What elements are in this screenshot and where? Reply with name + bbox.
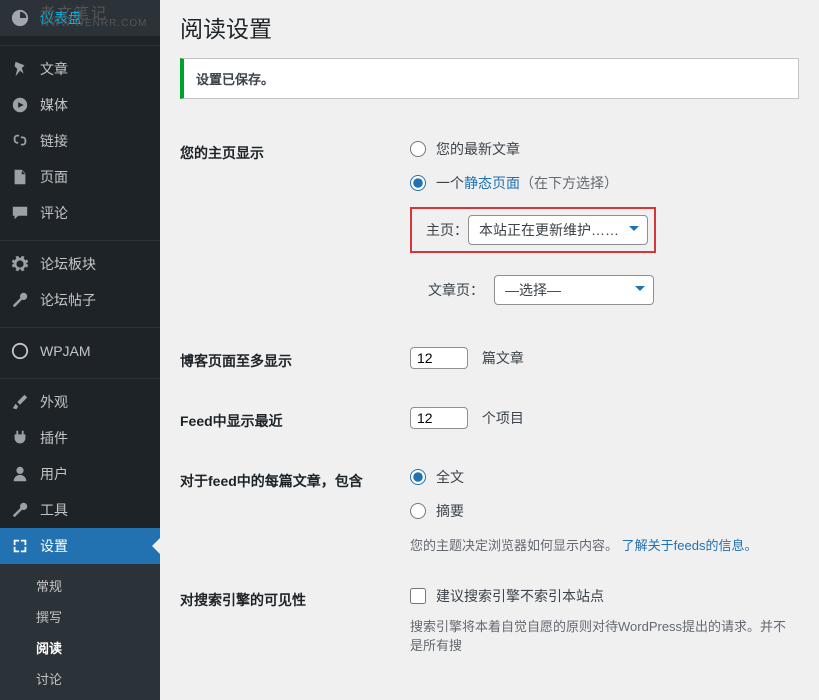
radio-label: 您的最新文章: [436, 139, 520, 159]
brush-icon: [10, 392, 30, 412]
menu-wpjam[interactable]: WPJAM: [0, 333, 160, 369]
menu-pages[interactable]: 页面: [0, 159, 160, 195]
menu-plugins[interactable]: 插件: [0, 420, 160, 456]
menu-links[interactable]: 链接: [0, 123, 160, 159]
blog-count-unit: 篇文章: [482, 350, 524, 366]
front-page-select[interactable]: 本站正在更新维护……: [468, 215, 648, 245]
pin-icon: [10, 59, 30, 79]
posts-page-group: 文章页： —选择—: [428, 275, 789, 305]
menu-media[interactable]: 媒体: [0, 87, 160, 123]
homepage-display-label: 您的主页显示: [180, 123, 400, 331]
menu-label: 设置: [40, 536, 68, 556]
feed-full-option[interactable]: 全文: [410, 467, 789, 487]
menu-dashboard[interactable]: 仪表盘: [0, 0, 160, 36]
radio-static-page[interactable]: [410, 175, 426, 191]
seo-noindex-checkbox[interactable]: [410, 588, 426, 604]
menu-forum-boards[interactable]: 论坛板块: [0, 246, 160, 282]
front-page-highlight: 主页： 本站正在更新维护……: [410, 207, 656, 253]
menu-separator: [0, 374, 160, 379]
menu-appearance[interactable]: 外观: [0, 384, 160, 420]
link-icon: [10, 131, 30, 151]
radio-feed-summary[interactable]: [410, 503, 426, 519]
menu-label: 链接: [40, 131, 68, 151]
menu-label: 页面: [40, 167, 68, 187]
menu-comments[interactable]: 评论: [0, 195, 160, 231]
user-icon: [10, 464, 30, 484]
homepage-option-latest[interactable]: 您的最新文章: [410, 139, 789, 159]
posts-page-label: 文章页：: [428, 280, 484, 300]
menu-settings[interactable]: 设置: [0, 528, 160, 564]
front-page-label: 主页：: [426, 220, 468, 240]
tools-icon: [10, 500, 30, 520]
dashboard-icon: [10, 8, 30, 28]
menu-label: 插件: [40, 428, 68, 448]
comment-icon: [10, 203, 30, 223]
radio-label: 摘要: [436, 501, 464, 521]
wrench-icon: [10, 290, 30, 310]
menu-users[interactable]: 用户: [0, 456, 160, 492]
settings-submenu: 常规 撰写 阅读 讨论: [0, 564, 160, 700]
plugin-icon: [10, 428, 30, 448]
text-prefix: 一个: [436, 175, 464, 191]
menu-label: 媒体: [40, 95, 68, 115]
submenu-general[interactable]: 常规: [0, 570, 160, 601]
menu-label: 评论: [40, 203, 68, 223]
settings-form: 您的主页显示 您的最新文章 一个静态页面（在下方选择） 主页： 本: [180, 123, 799, 670]
feed-description: 您的主题决定浏览器如何显示内容。 了解关于feeds的信息。: [410, 535, 789, 554]
menu-separator: [0, 41, 160, 46]
page-title: 阅读设置: [180, 10, 799, 44]
feed-count-label: Feed中显示最近: [180, 391, 400, 451]
menu-tools[interactable]: 工具: [0, 492, 160, 528]
submenu-writing[interactable]: 撰写: [0, 601, 160, 632]
gear-icon: [10, 254, 30, 274]
menu-label: 论坛帖子: [40, 290, 96, 310]
desc-text: 您的主题决定浏览器如何显示内容。: [410, 538, 618, 553]
menu-label: 工具: [40, 500, 68, 520]
menu-label: 文章: [40, 59, 68, 79]
menu-label: 用户: [40, 464, 68, 484]
feed-summary-option[interactable]: 摘要: [410, 501, 789, 521]
feed-count-input[interactable]: [410, 407, 468, 429]
radio-label: 一个静态页面（在下方选择）: [436, 173, 618, 193]
menu-label: 外观: [40, 392, 68, 412]
submenu-reading[interactable]: 阅读: [0, 632, 160, 663]
feed-content-label: 对于feed中的每篇文章，包含: [180, 451, 400, 570]
wpjam-icon: [10, 341, 30, 361]
menu-label: 仪表盘: [40, 8, 82, 28]
seo-description: 搜索引擎将本着自觉自愿的原则对待WordPress提出的请求。并不是所有搜: [410, 616, 789, 654]
saved-notice: 设置已保存。: [180, 58, 799, 99]
feeds-info-link[interactable]: 了解关于feeds的信息。: [622, 538, 758, 553]
menu-posts[interactable]: 文章: [0, 51, 160, 87]
media-icon: [10, 95, 30, 115]
main-content: 阅读设置 设置已保存。 您的主页显示 您的最新文章 一个静态页面（在下方选择）: [160, 0, 819, 700]
posts-page-select[interactable]: —选择—: [494, 275, 654, 305]
radio-feed-full[interactable]: [410, 469, 426, 485]
static-page-link[interactable]: 静态页面: [464, 175, 520, 191]
homepage-option-static[interactable]: 一个静态页面（在下方选择）: [410, 173, 789, 193]
menu-label: WPJAM: [40, 343, 91, 359]
menu-separator: [0, 236, 160, 241]
feed-count-unit: 个项目: [482, 410, 524, 426]
radio-label: 全文: [436, 467, 464, 487]
radio-latest-posts[interactable]: [410, 141, 426, 157]
menu-forum-posts[interactable]: 论坛帖子: [0, 282, 160, 318]
admin-sidebar: 老文笔记 WWW.WENRR.COM 仪表盘 文章 媒体 链接 页面 评论: [0, 0, 160, 700]
seo-visibility-label: 对搜索引擎的可见性: [180, 570, 400, 670]
text-suffix: （在下方选择）: [520, 175, 618, 191]
submenu-discussion[interactable]: 讨论: [0, 663, 160, 694]
settings-icon: [10, 536, 30, 556]
menu-label: 论坛板块: [40, 254, 96, 274]
menu-separator: [0, 323, 160, 328]
blog-count-input[interactable]: [410, 347, 468, 369]
page-icon: [10, 167, 30, 187]
seo-checkbox-row[interactable]: 建议搜索引擎不索引本站点: [410, 586, 789, 606]
checkbox-label: 建议搜索引擎不索引本站点: [436, 586, 604, 606]
blog-count-label: 博客页面至多显示: [180, 331, 400, 391]
